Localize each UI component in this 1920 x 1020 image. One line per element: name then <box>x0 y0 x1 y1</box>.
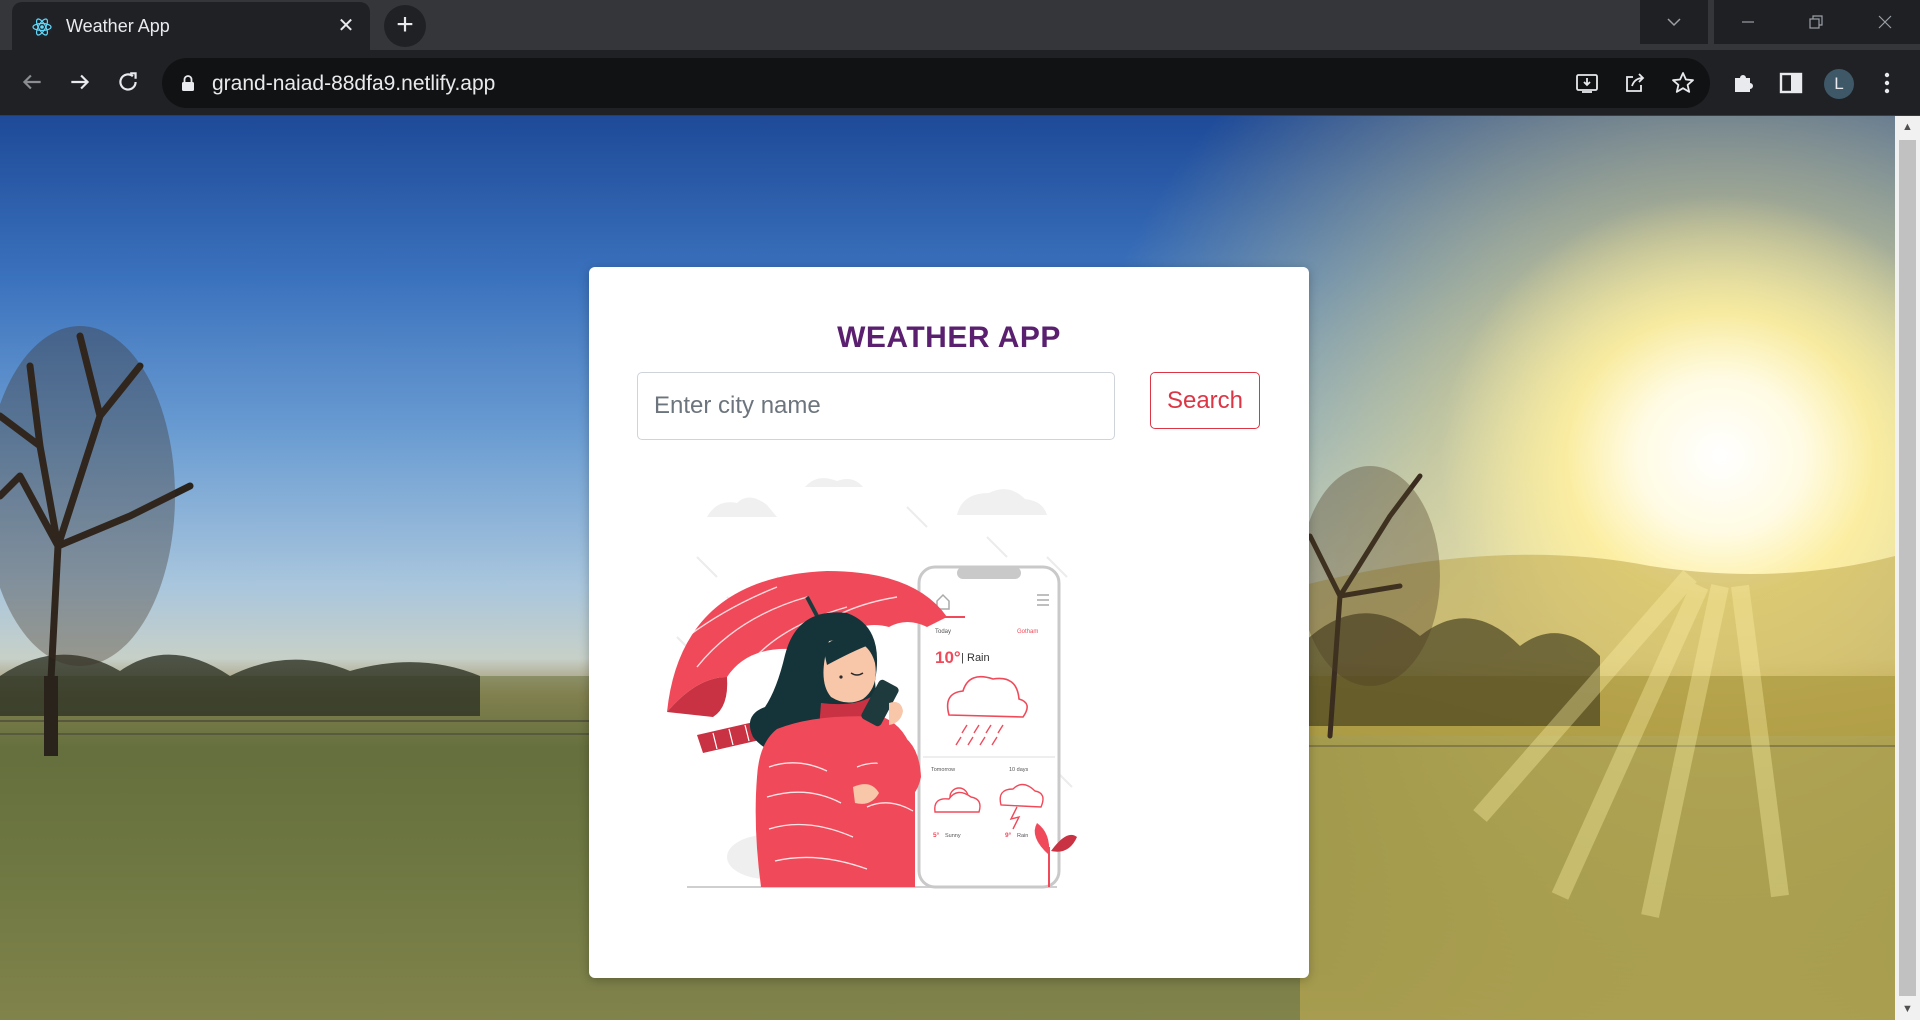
reload-icon <box>119 72 137 91</box>
search-button[interactable]: Search <box>1150 372 1260 429</box>
browser-tab[interactable]: Weather App ✕ <box>12 2 370 50</box>
phone-range-condition: Rain <box>1017 833 1028 839</box>
bookmark-star-icon[interactable] <box>1670 70 1696 96</box>
phone-temperature: 10° <box>935 648 961 667</box>
profile-avatar[interactable]: L <box>1824 69 1854 99</box>
window-close-button[interactable] <box>1850 0 1920 44</box>
tab-close-icon[interactable]: ✕ <box>334 14 358 38</box>
phone-tomorrow-temp: 5° <box>933 831 940 839</box>
scroll-up-arrow-icon[interactable]: ▲ <box>1895 116 1920 138</box>
reload-button[interactable] <box>110 64 146 100</box>
browser-tab-strip: Weather App ✕ + <box>0 0 1920 50</box>
restore-icon <box>1809 15 1823 29</box>
phone-condition: Rain <box>967 652 990 664</box>
extensions-puzzle-icon[interactable] <box>1730 70 1756 96</box>
city-search-input[interactable] <box>637 372 1115 440</box>
phone-range-temp: 9° <box>1005 831 1012 839</box>
chevron-down-icon <box>1667 18 1681 27</box>
close-icon <box>1878 15 1892 29</box>
address-bar[interactable]: grand-naiad-88dfa9.netlify.app <box>162 58 1710 108</box>
phone-today-label: Today <box>935 629 951 635</box>
phone-tomorrow-label: Tomorrow <box>931 767 955 773</box>
install-icon[interactable] <box>1574 70 1600 96</box>
scrollbar-thumb[interactable] <box>1899 140 1916 996</box>
weather-card: WEATHER APP Search Today Goth <box>589 267 1309 978</box>
page-viewport: WEATHER APP Search Today Goth <box>0 116 1895 1020</box>
svg-text:|: | <box>961 652 964 664</box>
phone-location-label: Gotham <box>1017 629 1038 635</box>
lock-icon[interactable] <box>180 74 196 92</box>
page-title: WEATHER APP <box>837 321 1061 354</box>
page-scrollbar[interactable]: ▲ ▼ <box>1895 116 1920 1020</box>
scroll-down-arrow-icon[interactable]: ▼ <box>1895 998 1920 1020</box>
browser-toolbar: grand-naiad-88dfa9.netlify.app L <box>0 50 1920 116</box>
more-menu-icon[interactable] <box>1874 70 1900 96</box>
minimize-icon <box>1742 21 1754 23</box>
woman-with-umbrella-illustration: Today Gotham 10° | Rain Tomorrow 10 days… <box>667 478 1077 889</box>
tab-search-button[interactable] <box>1640 0 1708 44</box>
forward-button[interactable] <box>62 64 98 100</box>
restore-button[interactable] <box>1782 0 1850 44</box>
phone-tomorrow-condition: Sunny <box>945 833 961 839</box>
arrow-right-icon <box>71 74 90 90</box>
arrow-left-icon <box>22 74 41 90</box>
phone-range-label: 10 days <box>1009 767 1029 773</box>
tab-title: Weather App <box>66 16 170 36</box>
url-text[interactable]: grand-naiad-88dfa9.netlify.app <box>212 72 495 96</box>
new-tab-button[interactable]: + <box>384 5 426 47</box>
share-icon[interactable] <box>1622 70 1648 96</box>
back-button[interactable] <box>14 64 50 100</box>
react-icon <box>31 16 53 38</box>
side-panel-icon[interactable] <box>1778 70 1804 96</box>
minimize-button[interactable] <box>1714 0 1782 44</box>
